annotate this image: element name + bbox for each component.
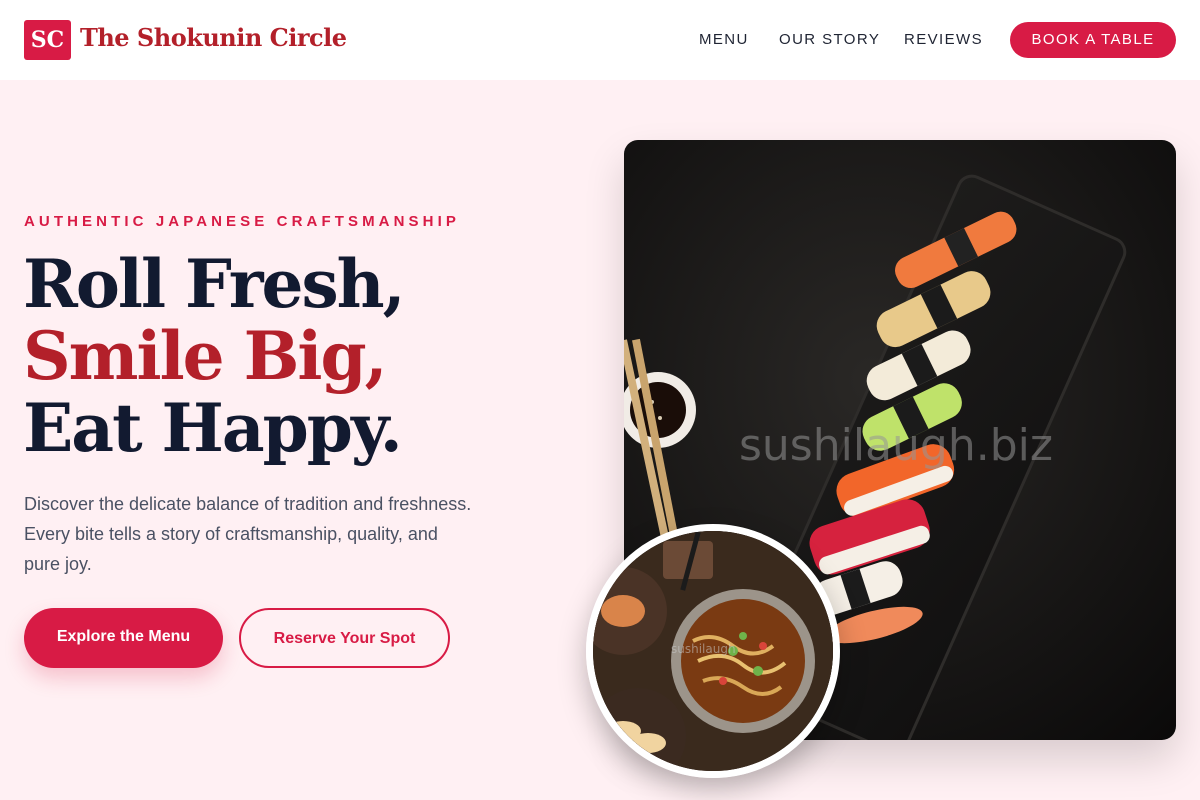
- nav-link-reviews[interactable]: REVIEWS: [904, 31, 983, 48]
- nav-link-our-story[interactable]: OUR STORY: [779, 31, 880, 48]
- inset-watermark: sushilaugh: [671, 642, 736, 656]
- site-header: SC The Shokunin Circle MENU OUR STORY RE…: [0, 0, 1200, 80]
- nav-link-menu[interactable]: MENU: [699, 31, 749, 48]
- hero-headline: Roll Fresh, Smile Big, Eat Happy.: [23, 245, 406, 467]
- explore-menu-button[interactable]: Explore the Menu: [24, 608, 223, 668]
- logo-badge[interactable]: SC: [24, 20, 71, 60]
- headline-line-3: Eat Happy.: [23, 389, 403, 467]
- hero-eyebrow: AUTHENTIC JAPANESE CRAFTSMANSHIP: [24, 213, 460, 230]
- reserve-spot-button[interactable]: Reserve Your Spot: [239, 608, 450, 668]
- image-watermark: sushilaugh.biz: [739, 420, 1053, 471]
- headline-line-2: Smile Big,: [23, 317, 388, 395]
- headline-line-1: Roll Fresh,: [23, 245, 406, 323]
- hero-description: Discover the delicate balance of traditi…: [24, 494, 472, 574]
- brand-name[interactable]: The Shokunin Circle: [80, 23, 347, 52]
- ramen-spread-illustration: sushilaugh: [593, 531, 833, 771]
- ramen-bowl-image: sushilaugh: [586, 524, 840, 778]
- book-a-table-button[interactable]: BOOK A TABLE: [1010, 22, 1176, 58]
